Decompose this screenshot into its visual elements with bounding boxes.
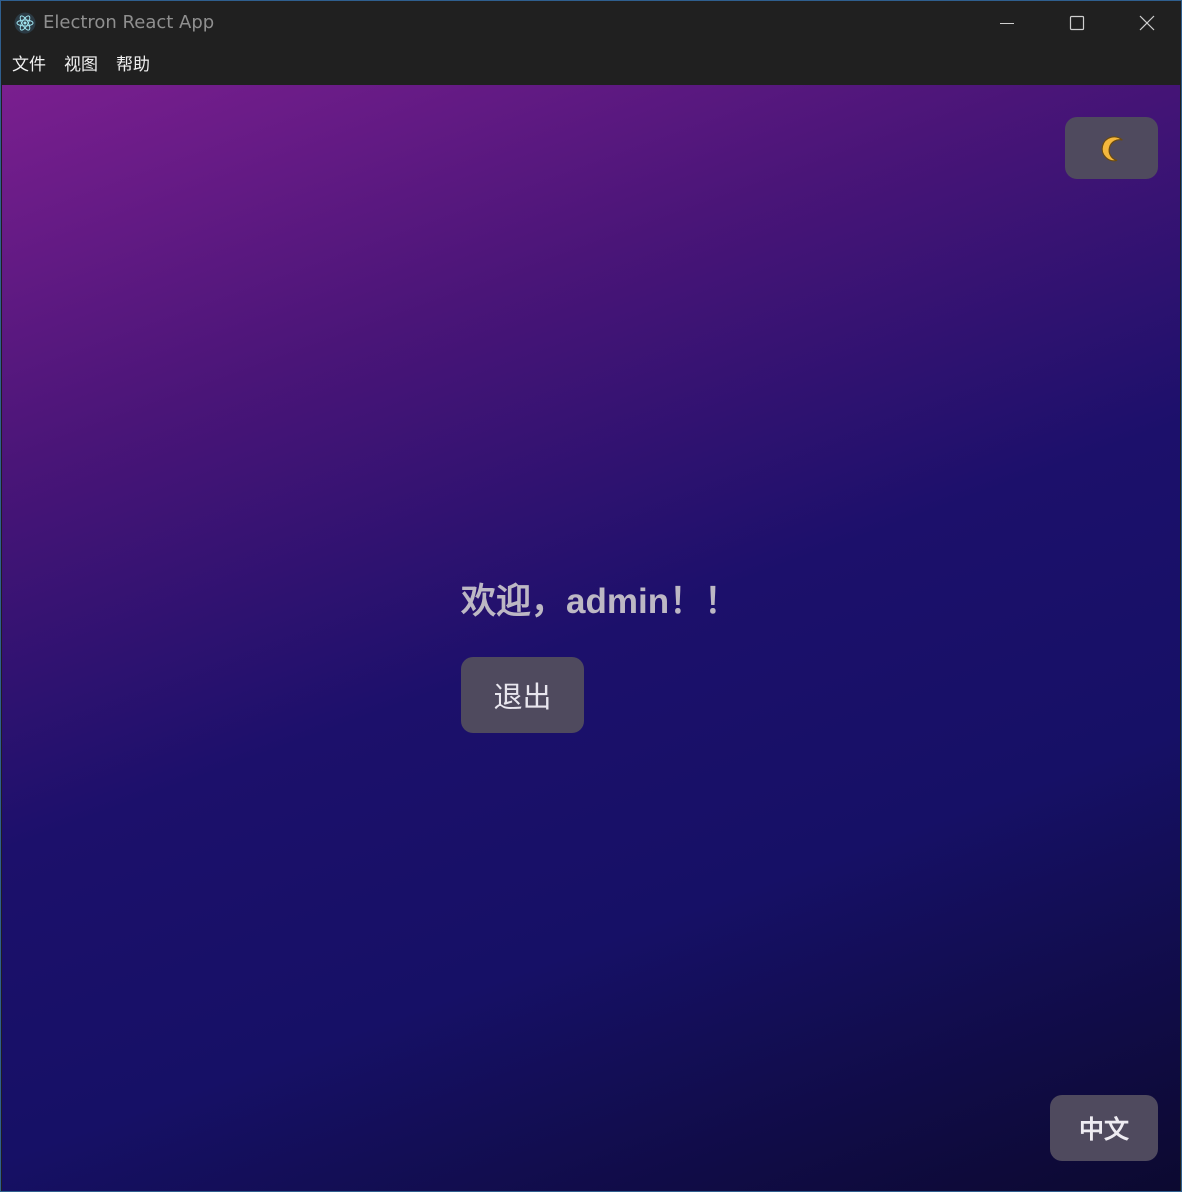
main-content: 欢迎，admin！！ 退出 中文 (2, 85, 1180, 1191)
minimize-button[interactable] (972, 1, 1042, 45)
logout-button[interactable]: 退出 (461, 657, 584, 733)
language-switch-button[interactable]: 中文 (1050, 1095, 1158, 1161)
welcome-heading: 欢迎，admin！！ (461, 582, 740, 621)
menu-item-view[interactable]: 视图 (55, 45, 107, 85)
menu-bar: 文件 视图 帮助 (1, 45, 1181, 85)
window-title: Electron React App (43, 12, 215, 33)
close-icon (1139, 15, 1155, 31)
app-window: Electron React App 文件 视图 帮助 欢迎，admin！！ 退… (0, 0, 1182, 1192)
menu-item-file[interactable]: 文件 (3, 45, 55, 85)
close-button[interactable] (1112, 1, 1182, 45)
title-bar[interactable]: Electron React App (1, 1, 1181, 45)
maximize-icon (1069, 15, 1085, 31)
maximize-button[interactable] (1042, 1, 1112, 45)
moon-icon (1101, 136, 1123, 162)
menu-item-help[interactable]: 帮助 (107, 45, 159, 85)
theme-toggle-button[interactable] (1065, 117, 1158, 179)
minimize-icon (1000, 23, 1014, 24)
electron-atom-icon (14, 12, 36, 34)
